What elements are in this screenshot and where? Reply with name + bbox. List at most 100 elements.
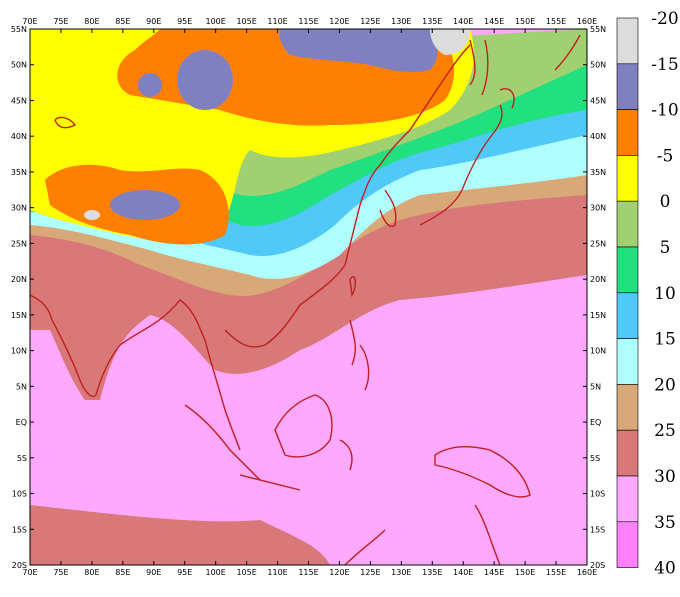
lat-label-left: 10N [11,347,27,356]
lat-tick-labels-left: 55N 50N 45N 40N 35N 30N 25N 20N 15N 10N 5N EQ 5S 10S 1… [11,25,27,570]
lon-label-top: 80E [84,17,99,26]
lat-label-left: 55N [11,25,27,34]
legend-label: 35 [654,513,676,533]
lon-label-top: 105E [236,17,256,26]
lat-label-left: 30N [11,204,27,213]
lon-label-top: 85E [115,17,130,26]
lon-label-bottom: 155E [546,568,566,577]
lat-label-left: 20S [12,561,27,570]
lat-label-right: 5N [590,382,601,391]
legend-swatch [616,338,639,385]
lat-label-right: 10N [590,347,606,356]
legend-label: 5 [660,238,671,258]
legend-label: 0 [660,192,671,212]
legend-swatch [616,246,639,294]
lon-label-top: 155E [546,17,566,26]
lat-label-right: 55N [590,25,606,34]
lon-tick-labels-bottom: 70E 75E 80E 85E 90E 95E 100E 105E 110E 115E 120E 12… [22,568,597,577]
legend-swatch [616,292,639,339]
lat-label-right: 20N [590,275,606,284]
lon-label-bottom: 85E [115,568,130,577]
legend-swatch [616,384,639,431]
lat-label-left: 45N [11,96,27,105]
color-legend: -20 -15 -10 -5 0 5 10 15 20 25 30 35 40 [616,9,679,579]
lat-label-right: 10S [590,490,605,499]
lat-label-right: 30N [590,204,606,213]
lon-label-bottom: 95E [177,568,192,577]
legend-label: 10 [654,284,676,304]
band-minus20-minus15-b [84,210,100,220]
lon-label-bottom: 145E [484,568,504,577]
lat-label-right: 50N [590,61,606,70]
lon-label-bottom: 125E [360,568,380,577]
lon-label-bottom: 150E [515,568,535,577]
legend-label: 15 [654,330,676,350]
lon-label-bottom: 135E [422,568,442,577]
legend-swatch [616,200,639,248]
lat-label-right: 20S [590,561,605,570]
legend-label: -15 [651,55,678,75]
lat-label-left: EQ [16,418,27,427]
lon-label-bottom: 110E [267,568,287,577]
lat-label-left: 35N [11,168,27,177]
lon-label-top: 120E [329,17,349,26]
lon-label-bottom: 105E [236,568,256,577]
lat-label-left: 10S [12,490,27,499]
legend-swatch [616,429,639,477]
lat-label-left: 15S [12,525,27,534]
legend-label: 20 [654,375,676,395]
lon-label-top: 100E [206,17,226,26]
lon-label-bottom: 140E [453,568,473,577]
lon-label-top: 135E [422,17,442,26]
lon-label-top: 145E [484,17,504,26]
lon-label-top: 110E [267,17,287,26]
lat-label-right: 40N [590,132,606,141]
lat-label-left: 40N [11,132,27,141]
lon-label-top: 90E [146,17,161,26]
legend-swatch [616,155,639,202]
temperature-map-figure: 70E 75E 80E 85E 90E 95E 100E 105E 110E 115E 120E 12… [11,9,679,579]
lat-label-right: 35N [590,168,606,177]
lon-label-bottom: 90E [146,568,161,577]
lon-label-top: 95E [177,17,192,26]
legend-label: -5 [657,146,674,166]
legend-label: -20 [651,9,678,29]
lat-label-left: 25N [11,239,27,248]
lat-label-left: 20N [11,275,27,284]
lat-label-right: EQ [590,418,601,427]
lon-label-top: 75E [53,17,68,26]
lon-label-top: 140E [453,17,473,26]
lat-label-left: 5S [17,454,27,463]
lon-label-bottom: 130E [391,568,411,577]
lon-label-top: 125E [360,17,380,26]
legend-swatch [616,521,639,568]
map-area [29,28,588,566]
legend-swatch [616,109,639,156]
lon-label-bottom: 80E [84,568,99,577]
band-minus15-minus10-a [177,50,233,110]
lat-label-right: 5S [590,454,600,463]
legend-label: 30 [654,467,676,487]
lat-tick-labels-right: 55N 50N 45N 40N 35N 30N 25N 20N 15N 10N 5N EQ 5S 10S 1… [590,25,606,570]
lon-label-bottom: 75E [53,568,68,577]
band-minus15-minus10-b [138,73,162,97]
legend-label: 25 [654,421,676,441]
lon-label-top: 150E [515,17,535,26]
lat-label-left: 15N [11,311,27,320]
lon-label-bottom: 115E [298,568,318,577]
lon-tick-labels-top: 70E 75E 80E 85E 90E 95E 100E 105E 110E 115E 120E 12… [22,17,597,26]
legend-label: -10 [651,101,678,121]
legend-swatch [616,63,639,110]
band-minus15-minus10-c [110,190,180,220]
lon-label-top: 115E [298,17,318,26]
lat-label-right: 45N [590,96,606,105]
legend-label: 40 [654,559,676,579]
legend-swatch [616,17,639,65]
lat-label-right: 15S [590,525,605,534]
lat-label-left: 50N [11,61,27,70]
lon-label-bottom: 100E [206,568,226,577]
lon-label-bottom: 120E [329,568,349,577]
lat-label-right: 15N [590,311,606,320]
lat-label-right: 25N [590,239,606,248]
lat-label-left: 5N [16,382,27,391]
